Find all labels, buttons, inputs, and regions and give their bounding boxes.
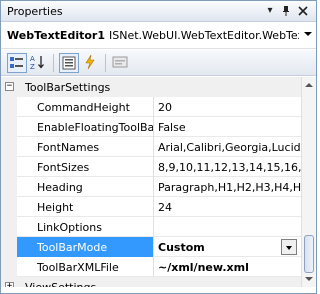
properties-button[interactable] xyxy=(59,53,79,73)
column-divider[interactable] xyxy=(153,197,154,217)
property-toolbar: A Z xyxy=(1,50,316,76)
properties-icon xyxy=(62,56,76,70)
row-gutter xyxy=(1,197,17,217)
column-divider[interactable] xyxy=(153,217,154,237)
property-name: FontSizes xyxy=(37,161,90,174)
property-value[interactable]: 20 xyxy=(156,97,301,117)
category-row-toolbarsettings[interactable]: − ToolBarSettings xyxy=(1,77,301,97)
category-row-viewsettings[interactable]: + ViewSettings xyxy=(1,277,301,287)
column-divider[interactable] xyxy=(153,157,154,177)
property-grid: − ToolBarSettings CommandHeight 20 Enabl… xyxy=(1,77,301,287)
property-row-linkoptions[interactable]: LinkOptions xyxy=(1,217,301,237)
vertical-scrollbar[interactable] xyxy=(301,77,316,287)
property-row-enablefloatingtoolbar[interactable]: EnableFloatingToolBa False xyxy=(1,117,301,137)
object-type: ISNet.WebUI.WebTextEditor.WebTex xyxy=(109,29,299,42)
property-value[interactable] xyxy=(156,217,301,237)
chevron-down-icon[interactable] xyxy=(304,32,312,36)
title-bar: Properties ▾ xyxy=(1,1,316,22)
property-pages-icon xyxy=(112,56,128,68)
collapse-icon[interactable]: − xyxy=(5,82,14,91)
value-dropdown-button[interactable] xyxy=(281,239,297,255)
property-value[interactable]: 8,9,10,11,12,13,14,15,16,17,1 xyxy=(156,157,301,177)
property-row-commandheight[interactable]: CommandHeight 20 xyxy=(1,97,301,117)
categorized-button[interactable] xyxy=(7,53,27,73)
object-name: WebTextEditor1 xyxy=(7,29,105,42)
scroll-down-icon[interactable] xyxy=(305,277,313,281)
toolbar-separator xyxy=(105,54,106,72)
category-label: ToolBarSettings xyxy=(25,81,111,94)
property-value[interactable]: False xyxy=(156,117,301,137)
property-row-toolbarmode[interactable]: ToolBarMode Custom xyxy=(1,237,301,257)
property-name: EnableFloatingToolBa xyxy=(37,121,153,134)
window-dropdown-icon[interactable]: ▾ xyxy=(263,4,277,18)
column-divider[interactable] xyxy=(153,177,154,197)
property-value[interactable]: ~/xml/new.xml xyxy=(156,257,301,277)
row-gutter xyxy=(1,137,17,157)
toolbar-separator xyxy=(53,54,54,72)
svg-text:A: A xyxy=(30,55,35,63)
row-gutter xyxy=(1,97,17,117)
pin-icon[interactable] xyxy=(279,4,293,18)
property-value-dropdown[interactable]: Custom xyxy=(156,237,301,257)
object-selector[interactable]: WebTextEditor1 ISNet.WebUI.WebTextEditor… xyxy=(1,23,316,49)
property-value[interactable]: 24 xyxy=(156,197,301,217)
row-gutter xyxy=(1,257,17,277)
column-divider[interactable] xyxy=(153,117,154,137)
property-name: CommandHeight xyxy=(37,101,130,114)
alphabetical-button[interactable]: A Z xyxy=(29,53,49,73)
property-row-toolbarxmlfile[interactable]: ToolBarXMLFile ~/xml/new.xml xyxy=(1,257,301,277)
column-divider[interactable] xyxy=(153,257,154,277)
property-name: ToolBarXMLFile xyxy=(37,261,119,274)
property-name: Heading xyxy=(37,181,83,194)
property-name: FontNames xyxy=(37,141,100,154)
property-row-fontnames[interactable]: FontNames Arial,Calibri,Georgia,Lucida xyxy=(1,137,301,157)
column-divider[interactable] xyxy=(153,237,154,257)
property-row-fontsizes[interactable]: FontSizes 8,9,10,11,12,13,14,15,16,17,1 xyxy=(1,157,301,177)
row-gutter xyxy=(1,117,17,137)
properties-window: Properties ▾ WebTextEditor1 ISNet.WebUI.… xyxy=(0,0,317,294)
property-name: ToolBarMode xyxy=(17,237,153,257)
property-row-height[interactable]: Height 24 xyxy=(1,197,301,217)
property-name: Height xyxy=(37,201,74,214)
row-gutter xyxy=(1,157,17,177)
expand-icon[interactable]: + xyxy=(5,282,14,287)
window-title: Properties xyxy=(7,5,63,18)
scroll-thumb[interactable] xyxy=(304,235,314,273)
lightning-icon xyxy=(85,54,95,70)
row-gutter xyxy=(1,177,17,197)
close-icon[interactable] xyxy=(296,4,310,18)
property-pages-button[interactable] xyxy=(111,53,131,73)
chevron-down-icon xyxy=(286,246,292,250)
property-name: LinkOptions xyxy=(37,221,102,234)
property-value[interactable]: Paragraph,H1,H2,H3,H4,H xyxy=(156,177,301,197)
column-divider[interactable] xyxy=(153,97,154,117)
svg-text:Z: Z xyxy=(30,63,35,71)
events-button[interactable] xyxy=(81,53,101,73)
column-divider[interactable] xyxy=(153,137,154,157)
row-gutter xyxy=(1,237,17,257)
category-label: ViewSettings xyxy=(21,277,157,287)
property-value[interactable]: Arial,Calibri,Georgia,Lucida xyxy=(156,137,301,157)
sort-az-icon: A Z xyxy=(30,55,44,71)
property-row-heading[interactable]: Heading Paragraph,H1,H2,H3,H4,H xyxy=(1,177,301,197)
scroll-up-icon[interactable] xyxy=(305,83,313,87)
row-gutter xyxy=(1,217,17,237)
categorized-icon xyxy=(10,57,23,68)
